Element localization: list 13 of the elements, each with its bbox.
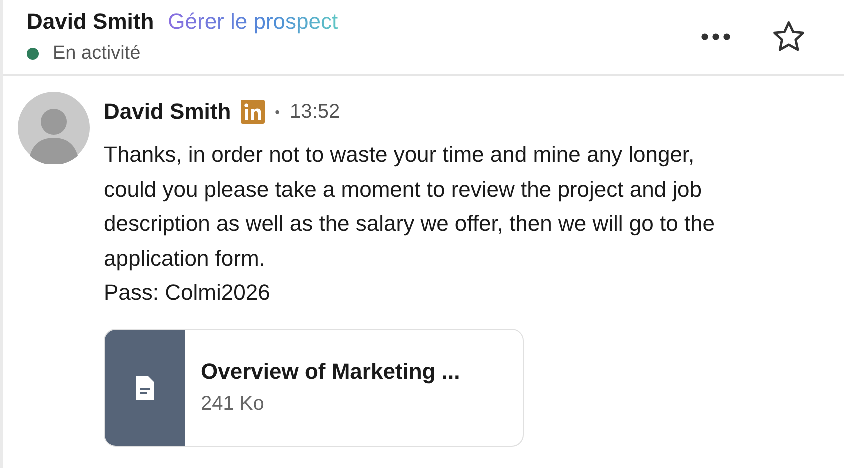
linkedin-icon[interactable]	[241, 100, 266, 124]
attachment-size: 241 Ko	[201, 393, 266, 416]
message-text: Thanks, in order not to waste your time and mine any longer, could you please take a moment to review the project and job description as well as the salary we offer, then we will go to the application form.	[104, 141, 716, 273]
attachment-card[interactable]: Overview of Marketing ... 241 Ko	[104, 328, 524, 446]
attachment-name: Overview of Marketing ...	[201, 359, 460, 385]
document-icon	[135, 374, 155, 400]
avatar	[18, 92, 90, 164]
password-text: Pass: Colmi2026	[104, 279, 272, 307]
contact-name: David Smith	[27, 9, 154, 35]
message-time: 13:52	[290, 100, 340, 124]
sender-name: David Smith	[104, 99, 232, 125]
status-label: En activité	[53, 43, 141, 65]
separator-dot: •	[275, 104, 280, 120]
